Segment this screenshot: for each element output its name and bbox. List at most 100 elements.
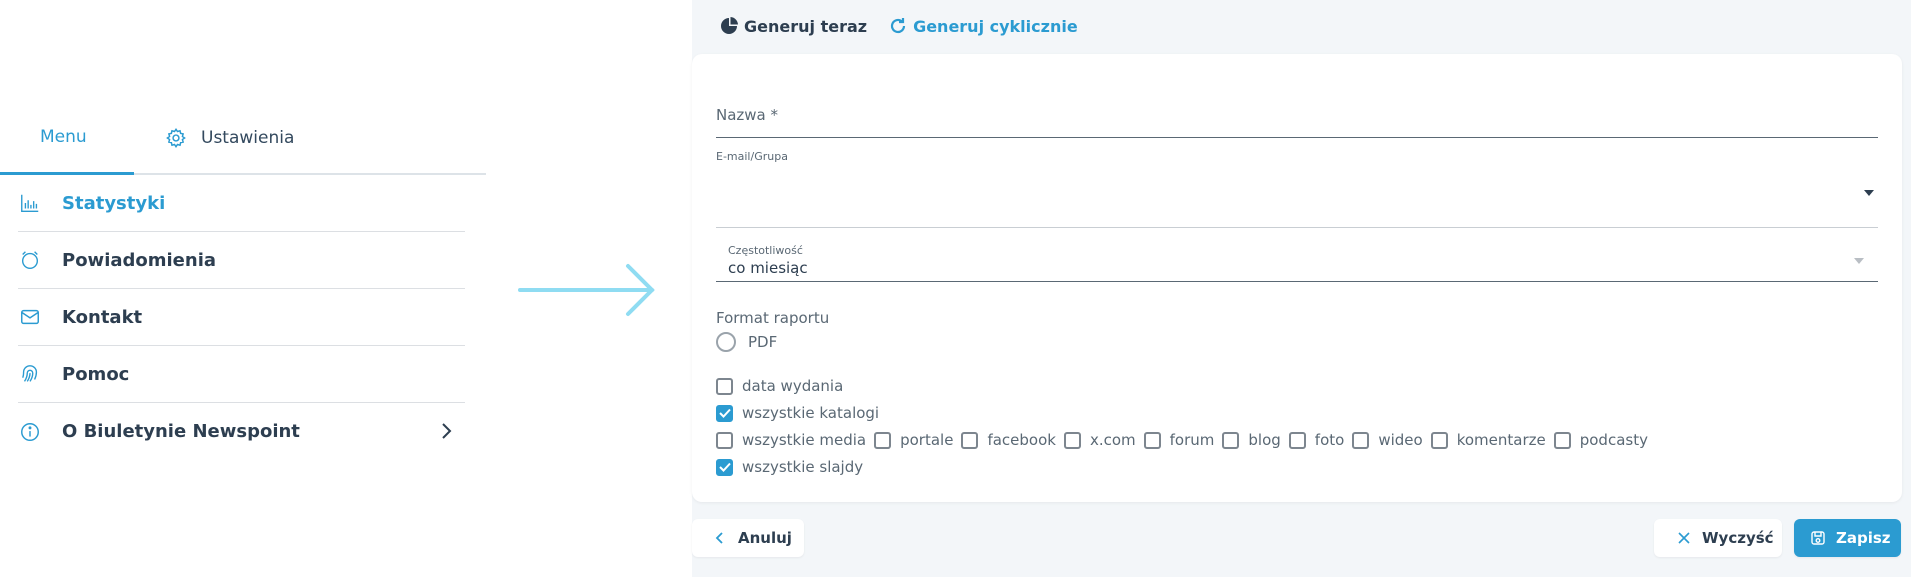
save-button[interactable]: Zapisz: [1794, 519, 1901, 557]
checkbox-label: data wydania: [742, 377, 844, 395]
refresh-icon: [890, 18, 906, 34]
checkbox-label: wszystkie media: [742, 431, 867, 449]
checkbox-box[interactable]: [1288, 431, 1306, 449]
frequency-label: Częstotliwość: [728, 244, 803, 257]
name-field[interactable]: Nazwa *: [716, 104, 1878, 138]
checkbox-label: komentarze: [1456, 431, 1546, 449]
checkbox-x-com[interactable]: x.com: [1063, 431, 1136, 449]
checkbox-box[interactable]: [1143, 431, 1161, 449]
report-format-label: Format raportu: [716, 309, 830, 327]
save-button-label: Zapisz: [1836, 529, 1891, 547]
checkbox-wszystkie-katalogi[interactable]: wszystkie katalogi: [716, 404, 879, 422]
checkmark-icon: [718, 462, 731, 472]
checkbox-box[interactable]: [1430, 431, 1448, 449]
checkbox-label: wszystkie katalogi: [742, 404, 880, 422]
tab-menu[interactable]: Menu: [40, 127, 87, 147]
tab-settings[interactable]: Ustawienia: [165, 127, 294, 149]
tab-generate-now-label: Generuj teraz: [744, 16, 868, 36]
checkbox-box[interactable]: [1352, 431, 1370, 449]
menu-item-pomoc[interactable]: Pomoc: [18, 346, 465, 403]
pie-chart-icon: [721, 17, 738, 34]
dropdown-caret-icon[interactable]: [1864, 190, 1874, 196]
checkbox-label: portale: [900, 431, 954, 449]
screen: Menu Ustawienia Statystyki Powiadomienia…: [0, 0, 1911, 577]
checkbox-blog[interactable]: blog: [1222, 431, 1281, 449]
frequency-value: co miesiąc: [728, 259, 808, 277]
cancel-button[interactable]: Anuluj: [692, 519, 804, 557]
menu-item-label: Kontakt: [62, 306, 143, 328]
checkbox-box-checked[interactable]: [716, 458, 733, 476]
tab-settings-label: Ustawienia: [201, 128, 295, 148]
menu-item-statystyki[interactable]: Statystyki: [18, 175, 465, 232]
email-group-select[interactable]: E-mail/Grupa: [716, 150, 1878, 228]
envelope-icon: [18, 305, 42, 329]
arrow-right-icon: [518, 264, 655, 316]
checkbox-box[interactable]: [1063, 431, 1081, 449]
name-label: Nazwa *: [716, 106, 779, 124]
tab-menu-label: Menu: [40, 127, 87, 147]
checkbox-wszystkie-slajdy[interactable]: wszystkie slajdy: [716, 458, 863, 476]
checkbox-label: forum: [1169, 431, 1215, 449]
checkbox-label: x.com: [1089, 431, 1136, 449]
checkbox-row-media: wszystkie media portale facebook x.com f…: [716, 431, 1656, 449]
clear-button[interactable]: Wyczyść: [1654, 519, 1782, 557]
menu-list: Statystyki Powiadomienia Kontakt Pomoc O…: [0, 175, 486, 460]
clear-button-label: Wyczyść: [1702, 529, 1774, 547]
info-icon: [18, 420, 42, 444]
checkbox-portale[interactable]: portale: [874, 431, 953, 449]
cancel-button-label: Anuluj: [738, 529, 792, 547]
report-format-group: Format raportu PDF: [716, 308, 830, 352]
checkbox-box[interactable]: [716, 431, 733, 449]
form-tabs: Generuj teraz Generuj cyklicznie: [720, 14, 1100, 38]
email-group-label: E-mail/Grupa: [716, 150, 788, 163]
checkbox-foto[interactable]: foto: [1288, 431, 1345, 449]
checkmark-icon: [718, 408, 731, 418]
menu-item-label: O Biuletynie Newspoint: [62, 421, 300, 442]
dropdown-caret-icon[interactable]: [1854, 258, 1864, 264]
checkbox-row-catalogs: wszystkie katalogi: [716, 404, 887, 422]
checkbox-podcasty[interactable]: podcasty: [1553, 431, 1648, 449]
checkbox-box[interactable]: [874, 431, 892, 449]
checkbox-komentarze[interactable]: komentarze: [1430, 431, 1546, 449]
checkbox-row-date: data wydania: [716, 377, 851, 395]
checkbox-label: facebook: [987, 431, 1056, 449]
bar-chart-icon: [18, 191, 42, 215]
checkbox-data-wydania[interactable]: data wydania: [716, 377, 843, 395]
checkbox-label: foto: [1314, 431, 1345, 449]
checkbox-label: wideo: [1378, 431, 1423, 449]
checkbox-label: podcasty: [1579, 431, 1648, 449]
menu-tabs: Menu Ustawienia: [0, 105, 486, 175]
checkbox-label: blog: [1248, 431, 1281, 449]
chevron-left-icon: [715, 532, 723, 544]
menu-item-o-biuletynie[interactable]: O Biuletynie Newspoint: [18, 403, 465, 460]
checkbox-box[interactable]: [1553, 431, 1571, 449]
menu-item-label: Statystyki: [62, 192, 166, 214]
chevron-right-icon: [442, 423, 452, 439]
checkbox-box[interactable]: [961, 431, 979, 449]
close-icon: [1678, 532, 1690, 544]
checkbox-wszystkie-media[interactable]: wszystkie media: [716, 431, 866, 449]
gear-icon: [166, 127, 186, 149]
format-option-label: PDF: [748, 333, 778, 351]
checkbox-facebook[interactable]: facebook: [961, 431, 1056, 449]
fingerprint-icon: [18, 362, 42, 386]
menu-item-kontakt[interactable]: Kontakt: [18, 289, 465, 346]
menu-item-powiadomienia[interactable]: Powiadomienia: [18, 232, 465, 289]
format-option-pdf[interactable]: PDF: [716, 332, 777, 352]
radio-button[interactable]: [716, 332, 736, 352]
checkbox-box-checked[interactable]: [716, 404, 733, 422]
alarm-clock-icon: [18, 248, 42, 272]
tab-generate-now[interactable]: Generuj teraz: [720, 17, 867, 36]
checkbox-forum[interactable]: forum: [1143, 431, 1215, 449]
checkbox-label: wszystkie slajdy: [742, 458, 864, 476]
checkbox-box[interactable]: [716, 377, 733, 395]
save-icon: [1811, 531, 1825, 545]
checkbox-wideo[interactable]: wideo: [1352, 431, 1423, 449]
tab-generate-cyclic[interactable]: Generuj cyklicznie: [889, 17, 1078, 36]
report-form-area: Generuj teraz Generuj cyklicznie Nazwa *…: [692, 0, 1911, 577]
tab-generate-cyclic-label: Generuj cyklicznie: [913, 16, 1078, 36]
frequency-select[interactable]: Częstotliwość co miesiąc: [716, 240, 1878, 282]
menu-item-label: Pomoc: [62, 363, 130, 385]
checkbox-box[interactable]: [1222, 431, 1240, 449]
menu-item-label: Powiadomienia: [62, 249, 217, 271]
